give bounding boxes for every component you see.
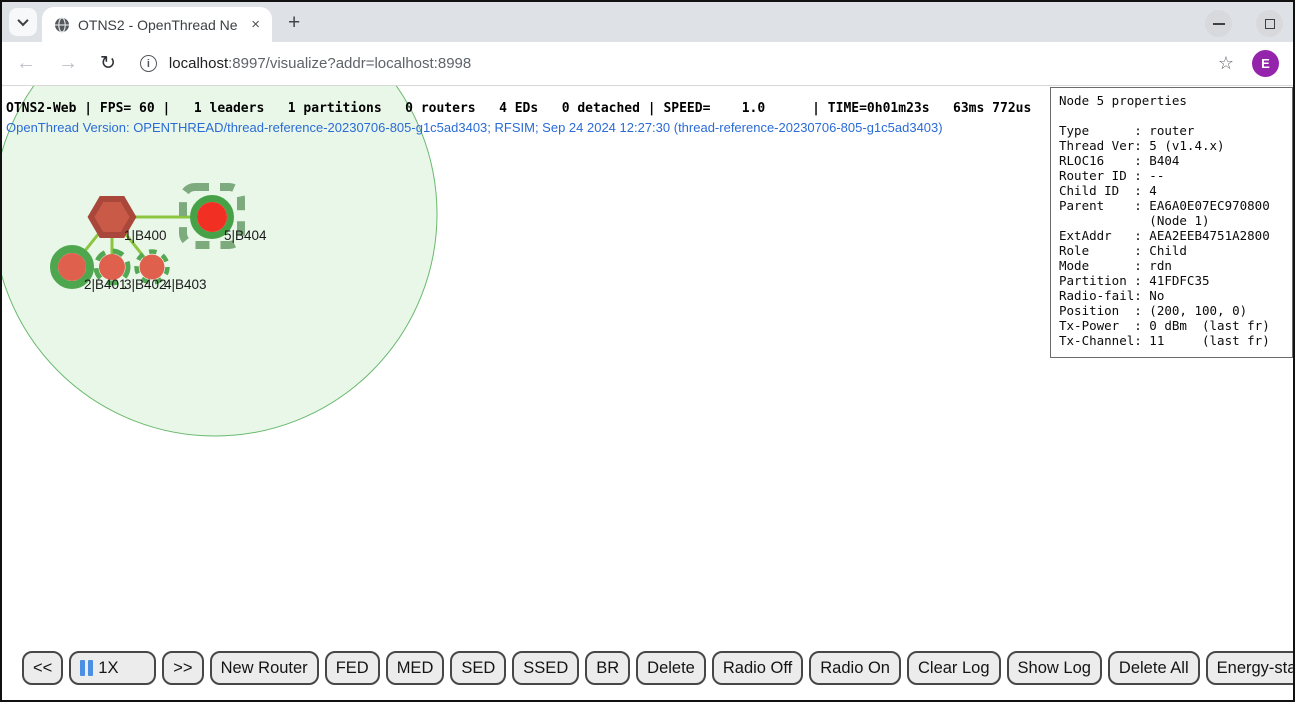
node-properties-panel: Node 5 properties Type : router Thread V… bbox=[1050, 87, 1293, 358]
speed-increase-button[interactable]: >> bbox=[162, 651, 203, 685]
speed-decrease-button[interactable]: << bbox=[22, 651, 63, 685]
delete-all-button[interactable]: Delete All bbox=[1108, 651, 1200, 685]
address-bar[interactable]: localhost:8997/visualize?addr=localhost:… bbox=[169, 55, 471, 72]
add-med-button[interactable]: MED bbox=[386, 651, 445, 685]
url-path: :8997/visualize?addr=localhost:8998 bbox=[228, 55, 471, 72]
new-router-button[interactable]: New Router bbox=[210, 651, 319, 685]
forward-button[interactable]: → bbox=[58, 52, 78, 75]
otns-visualizer: 1|B400 5|B404 2|B401 3|B402 4|B403 OTNS2… bbox=[2, 86, 1293, 700]
back-button[interactable]: ← bbox=[16, 52, 36, 75]
simulation-status-bar: OTNS2-Web | FPS= 60 | 1 leaders 1 partit… bbox=[6, 101, 1031, 117]
profile-avatar[interactable]: E bbox=[1252, 50, 1279, 77]
url-host: localhost bbox=[169, 55, 228, 72]
clear-log-button[interactable]: Clear Log bbox=[907, 651, 1001, 685]
minimize-icon bbox=[1213, 23, 1225, 25]
pause-icon bbox=[80, 660, 93, 676]
browser-toolbar: ← → ↻ i localhost:8997/visualize?addr=lo… bbox=[2, 42, 1293, 86]
simulation-toolbar: << 1X >> New Router FED MED SED SSED BR … bbox=[22, 651, 1293, 685]
network-canvas[interactable]: 1|B400 5|B404 2|B401 3|B402 4|B403 bbox=[2, 86, 1052, 700]
node-label: 5|B404 bbox=[224, 228, 267, 243]
tab-close-icon[interactable]: × bbox=[247, 15, 264, 34]
openthread-version-line: OpenThread Version: OPENTHREAD/thread-re… bbox=[6, 120, 943, 135]
add-ssed-button[interactable]: SSED bbox=[512, 651, 579, 685]
node-label: 4|B403 bbox=[164, 277, 207, 292]
node-properties-title: Node 5 properties bbox=[1059, 93, 1284, 108]
speed-display-button[interactable]: 1X bbox=[69, 651, 156, 685]
tab-title: OTNS2 - OpenThread Ne bbox=[78, 17, 239, 33]
tab-search-button[interactable] bbox=[9, 8, 37, 36]
bookmark-star-icon[interactable]: ☆ bbox=[1218, 53, 1234, 74]
maximize-icon bbox=[1265, 19, 1275, 29]
radio-off-button[interactable]: Radio Off bbox=[712, 651, 803, 685]
add-sed-button[interactable]: SED bbox=[450, 651, 506, 685]
window-controls bbox=[1205, 10, 1283, 37]
new-tab-button[interactable]: + bbox=[288, 12, 300, 33]
chevron-down-icon bbox=[17, 15, 28, 26]
tab-otns2[interactable]: OTNS2 - OpenThread Ne × bbox=[42, 7, 272, 42]
site-info-icon[interactable]: i bbox=[140, 55, 157, 72]
tab-bar: OTNS2 - OpenThread Ne × + bbox=[2, 2, 1293, 42]
node-label: 3|B402 bbox=[124, 277, 167, 292]
reload-button[interactable]: ↻ bbox=[100, 52, 116, 75]
maximize-button[interactable] bbox=[1256, 10, 1283, 37]
minimize-button[interactable] bbox=[1205, 10, 1232, 37]
energy-stats-button[interactable]: Energy-stats ↗ bbox=[1206, 651, 1293, 685]
globe-icon bbox=[54, 17, 70, 33]
node-properties-body: Type : router Thread Ver: 5 (v1.4.x) RLO… bbox=[1059, 123, 1284, 348]
add-br-button[interactable]: BR bbox=[585, 651, 630, 685]
node-label: 2|B401 bbox=[84, 277, 127, 292]
radio-on-button[interactable]: Radio On bbox=[809, 651, 901, 685]
show-log-button[interactable]: Show Log bbox=[1007, 651, 1102, 685]
add-fed-button[interactable]: FED bbox=[325, 651, 380, 685]
browser-window: OTNS2 - OpenThread Ne × + ← → ↻ i localh… bbox=[0, 0, 1295, 702]
node-label: 1|B400 bbox=[124, 228, 167, 243]
delete-button[interactable]: Delete bbox=[636, 651, 706, 685]
